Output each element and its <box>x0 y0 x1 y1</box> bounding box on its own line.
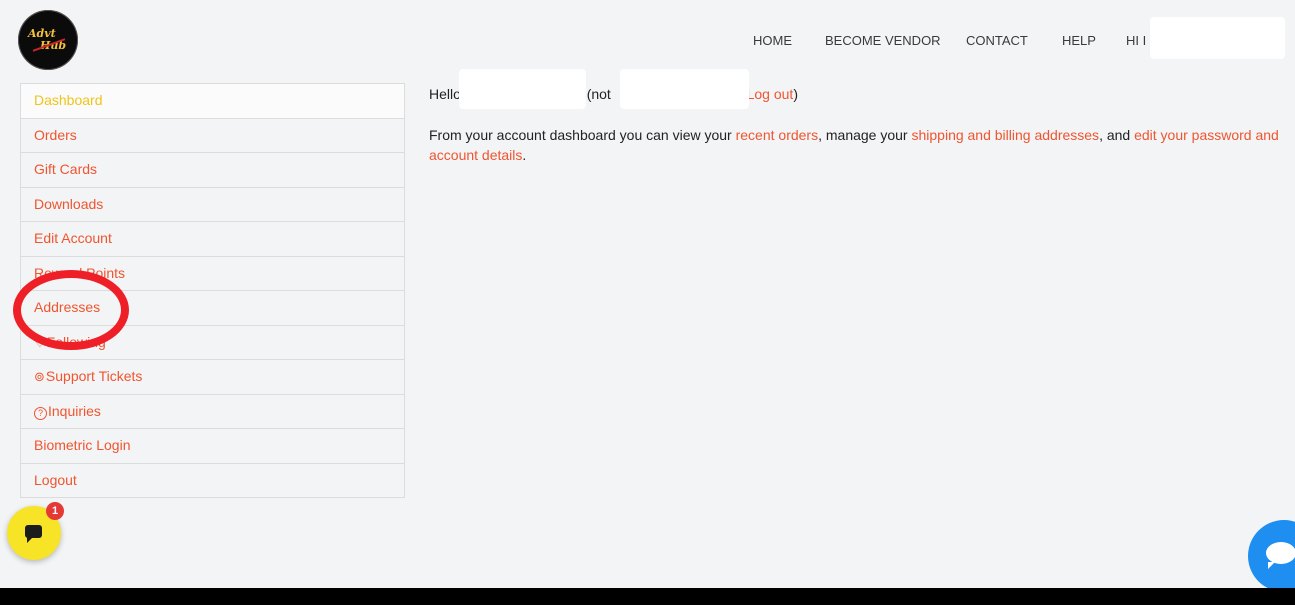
addresses-link[interactable]: shipping and billing addresses <box>911 127 1099 143</box>
nav-home[interactable]: HOME <box>753 33 792 48</box>
nav-user-greeting[interactable]: HI I <box>1126 33 1146 48</box>
sidebar-item-biometric-login[interactable]: Biometric Login <box>21 429 404 464</box>
desc-text: From your account dashboard you can view… <box>429 127 732 143</box>
support-chat-button[interactable] <box>1248 520 1295 592</box>
logout-link[interactable]: Log out <box>747 86 794 102</box>
sidebar-item-label: Orders <box>34 126 77 143</box>
sidebar-item-inquiries[interactable]: ? Inquiries <box>21 395 404 429</box>
desc-text: , manage your <box>818 127 908 143</box>
sidebar-item-label: Dashboard <box>34 92 103 108</box>
desc-text: , and <box>1099 127 1131 143</box>
chat-bubble-icon <box>25 525 42 543</box>
sidebar-item-label: Edit Account <box>34 230 112 246</box>
sidebar-item-logout[interactable]: Logout <box>21 464 404 498</box>
site-logo[interactable]: Advt Hub <box>18 10 78 70</box>
nav-help[interactable]: HELP <box>1062 33 1096 48</box>
sidebar-item-gift-cards[interactable]: Gift Cards <box>21 153 404 188</box>
sidebar-item-downloads[interactable]: Downloads <box>21 188 404 222</box>
sidebar-item-support-tickets[interactable]: ⊚Support Tickets <box>21 360 404 395</box>
not-text: (not <box>586 86 611 102</box>
sidebar-item-edit-account[interactable]: Edit Account <box>21 222 404 257</box>
close-paren-text: ) <box>793 86 798 102</box>
notification-badge: 1 <box>46 502 64 520</box>
lifebuoy-icon: ⊚ <box>34 369 45 384</box>
nav-become-vendor[interactable]: BECOME VENDOR <box>825 33 941 48</box>
sidebar-item-label: Biometric Login <box>34 437 131 453</box>
desc-text: . <box>522 147 527 163</box>
sidebar-item-label: Downloads <box>34 195 104 212</box>
dashboard-description: From your account dashboard you can view… <box>429 125 1279 165</box>
redaction-block <box>1150 17 1285 59</box>
sidebar-item-orders[interactable]: Orders <box>21 119 404 153</box>
sidebar-item-label: Support Tickets <box>45 368 143 384</box>
redaction-block <box>620 69 749 109</box>
footer-bar <box>0 588 1295 605</box>
sidebar-item-dashboard[interactable]: Dashboard <box>21 84 404 119</box>
chat-bubble-icon <box>1266 542 1295 569</box>
redaction-block <box>459 69 586 109</box>
sidebar-item-label: Logout <box>34 471 77 488</box>
nav-contact[interactable]: CONTACT <box>966 33 1028 48</box>
sidebar-item-label: Inquiries <box>48 402 101 419</box>
highlight-circle-annotation <box>13 270 129 350</box>
sidebar-item-label: Gift Cards <box>34 161 98 177</box>
recent-orders-link[interactable]: recent orders <box>736 127 818 143</box>
question-circle-icon: ? <box>34 406 47 420</box>
hello-text: Hello <box>429 86 461 102</box>
